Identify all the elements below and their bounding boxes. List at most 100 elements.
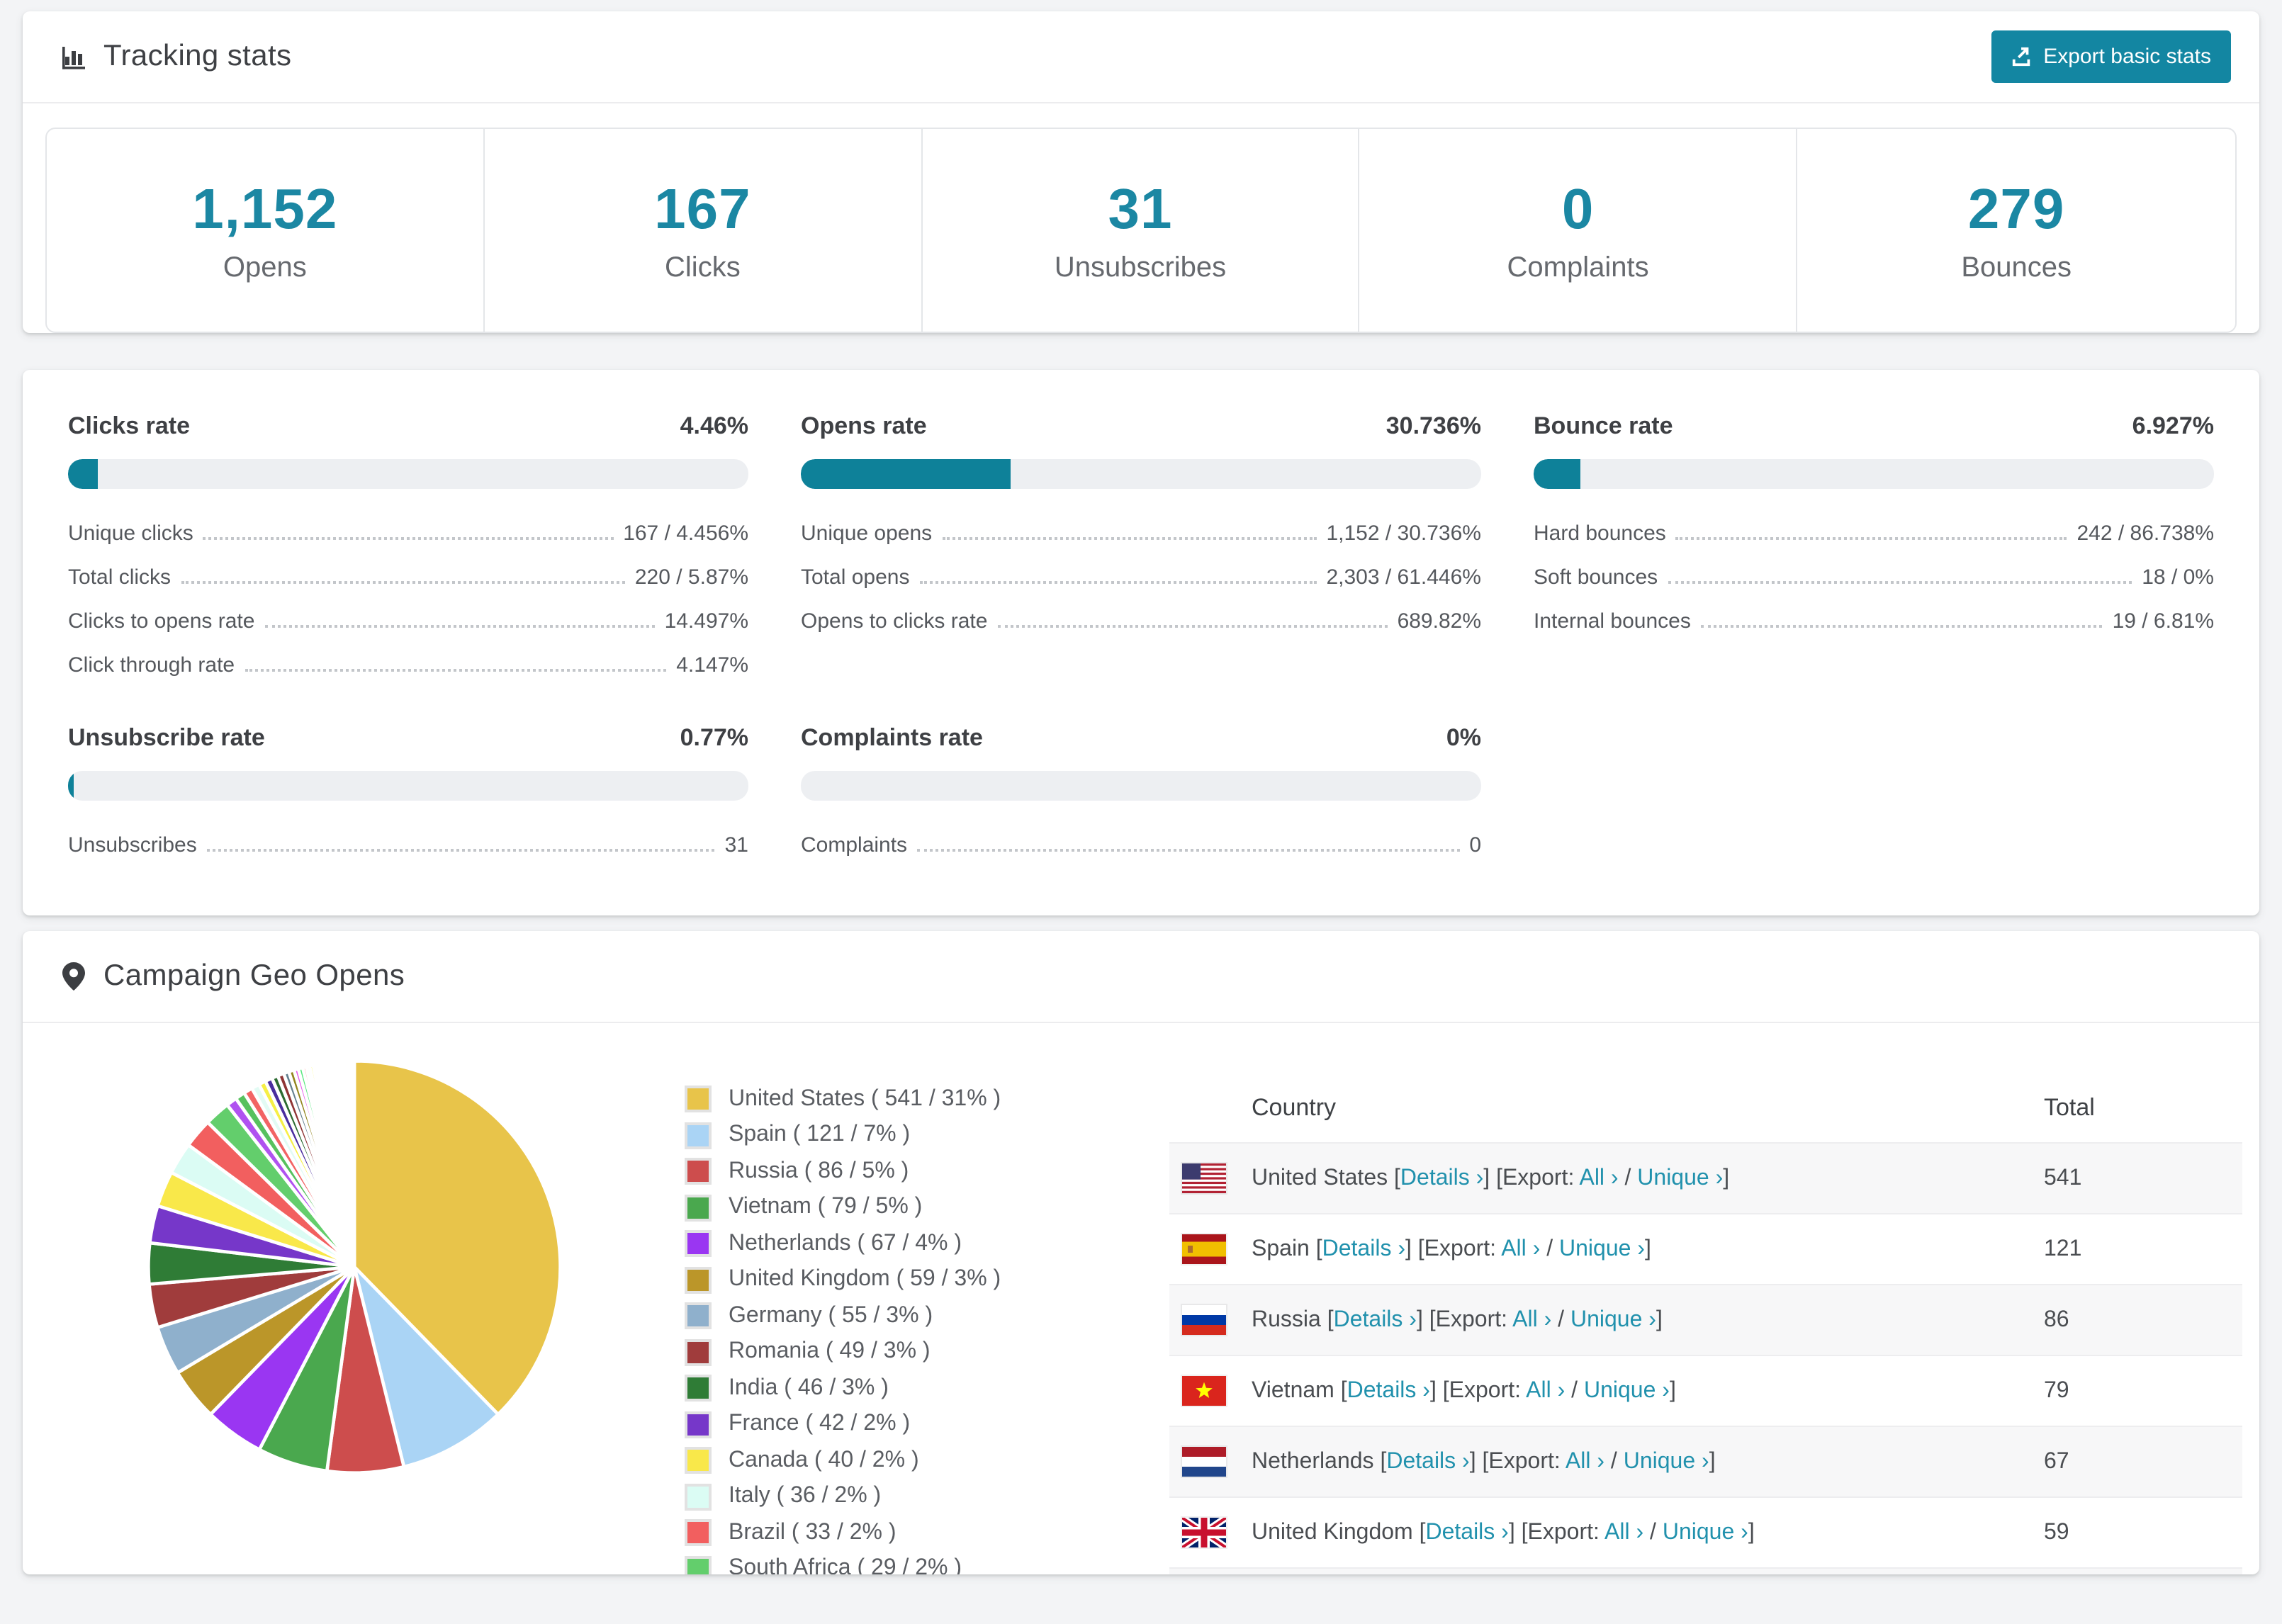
export-all-link[interactable]: All › xyxy=(1604,1520,1643,1544)
export-all-link[interactable]: All › xyxy=(1526,1378,1565,1402)
rate-progress-track xyxy=(68,771,748,801)
geo-opens-header: Campaign Geo Opens xyxy=(23,931,2259,1023)
bar-chart-icon xyxy=(60,43,88,71)
legend-item[interactable]: France ( 42 / 2% ) xyxy=(685,1411,1152,1438)
total-cell: 67 xyxy=(2044,1449,2069,1473)
legend-item[interactable]: Spain ( 121 / 7% ) xyxy=(685,1122,1152,1149)
geo-table-row-gb: United Kingdom [Details ›] [Export: All … xyxy=(1169,1496,2242,1567)
legend-swatch xyxy=(685,1519,712,1546)
legend-item[interactable]: Romania ( 49 / 3% ) xyxy=(685,1338,1152,1365)
geo-pie-wrap xyxy=(23,1023,685,1494)
stat-row: Complaints 0 xyxy=(801,823,1481,867)
legend-label: Canada ( 40 / 2% ) xyxy=(729,1448,919,1472)
summary-box-complaints: 0 Complaints xyxy=(1360,129,1798,332)
export-unique-link[interactable]: Unique › xyxy=(1637,1166,1723,1190)
geo-table-row-vn: Vietnam [Details ›] [Export: All › / Uni… xyxy=(1169,1355,2242,1426)
export-unique-link[interactable]: Unique › xyxy=(1570,1307,1656,1331)
stat-label: Complaints xyxy=(801,833,908,857)
stat-label: Unique clicks xyxy=(68,521,193,546)
legend-label: Netherlands ( 67 / 4% ) xyxy=(729,1231,962,1255)
legend-item[interactable]: Germany ( 55 / 3% ) xyxy=(685,1302,1152,1329)
rate-head: Unsubscribe rate 0.77% xyxy=(68,724,748,752)
export-all-link[interactable]: All › xyxy=(1501,1236,1540,1261)
legend-item[interactable]: Italy ( 36 / 2% ) xyxy=(685,1483,1152,1510)
dotted-leader xyxy=(942,537,1317,540)
geo-table-row-ru: Russia [Details ›] [Export: All › / Uniq… xyxy=(1169,1284,2242,1355)
stat-label: Unique opens xyxy=(801,521,933,546)
summary-label: Opens xyxy=(223,252,307,283)
dotted-leader xyxy=(264,625,655,628)
rate-head: Complaints rate 0% xyxy=(801,724,1481,752)
bounce-rate-panel: Bounce rate 6.927% Hard bounces 242 / 86… xyxy=(1534,412,2214,687)
rate-title: Bounce rate xyxy=(1534,412,1673,439)
legend-item[interactable]: Vietnam ( 79 / 5% ) xyxy=(685,1194,1152,1221)
dotted-leader xyxy=(917,849,1460,852)
rate-head: Bounce rate 6.927% xyxy=(1534,412,2214,441)
summary-label: Bounces xyxy=(1961,252,2072,283)
rate-head: Opens rate 30.736% xyxy=(801,412,1481,441)
export-unique-link[interactable]: Unique › xyxy=(1663,1520,1748,1544)
total-cell: 121 xyxy=(2044,1236,2082,1261)
stat-label: Clicks to opens rate xyxy=(68,609,255,633)
details-link[interactable]: Details › xyxy=(1400,1166,1483,1190)
legend-item[interactable]: United States ( 541 / 31% ) xyxy=(685,1086,1152,1112)
country-name: Vietnam xyxy=(1252,1378,1334,1402)
ru-flag-icon xyxy=(1182,1305,1226,1335)
legend-item[interactable]: India ( 46 / 3% ) xyxy=(685,1375,1152,1402)
legend-item[interactable]: Canada ( 40 / 2% ) xyxy=(685,1447,1152,1474)
dotted-leader xyxy=(1668,581,2132,584)
export-icon xyxy=(2011,46,2032,67)
details-link[interactable]: Details › xyxy=(1322,1236,1405,1261)
stat-label: Soft bounces xyxy=(1534,565,1658,590)
export-unique-link[interactable]: Unique › xyxy=(1624,1449,1709,1473)
legend-label: Italy ( 36 / 2% ) xyxy=(729,1484,882,1508)
legend-item[interactable]: Brazil ( 33 / 2% ) xyxy=(685,1519,1152,1546)
export-all-link[interactable]: All › xyxy=(1579,1166,1618,1190)
legend-label: South Africa ( 29 / 2% ) xyxy=(729,1556,962,1574)
stat-row: Total clicks 220 / 5.87% xyxy=(68,556,748,599)
rates-grid: Clicks rate 4.46% Unique clicks 167 / 4.… xyxy=(23,370,2259,915)
dotted-leader xyxy=(1700,625,2103,628)
details-link[interactable]: Details › xyxy=(1386,1449,1469,1473)
total-cell: 86 xyxy=(2044,1307,2069,1331)
export-button-label: Export basic stats xyxy=(2043,45,2211,69)
export-all-link[interactable]: All › xyxy=(1566,1449,1604,1473)
summary-value: 279 xyxy=(1967,179,2065,241)
export-basic-stats-button[interactable]: Export basic stats xyxy=(1991,30,2231,83)
stat-label: Internal bounces xyxy=(1534,609,1691,633)
geo-opens-card: Campaign Geo Opens United States ( 541 /… xyxy=(23,931,2259,1574)
country-column-header: Country xyxy=(1252,1094,1337,1121)
legend-item[interactable]: Russia ( 86 / 5% ) xyxy=(685,1158,1152,1185)
rate-head: Clicks rate 4.46% xyxy=(68,412,748,441)
stat-label: Hard bounces xyxy=(1534,521,1666,546)
summary-value: 0 xyxy=(1561,179,1595,241)
details-link[interactable]: Details › xyxy=(1334,1307,1417,1331)
export-unique-link[interactable]: Unique › xyxy=(1584,1378,1670,1402)
export-all-link[interactable]: All › xyxy=(1512,1307,1551,1331)
map-marker-icon xyxy=(60,962,88,991)
legend-swatch xyxy=(685,1338,712,1365)
details-link[interactable]: Details › xyxy=(1425,1520,1508,1544)
rate-value: 4.46% xyxy=(680,412,748,439)
rate-progress-fill xyxy=(68,459,99,489)
export-unique-link[interactable]: Unique › xyxy=(1559,1236,1645,1261)
stat-label: Total opens xyxy=(801,565,910,590)
stat-row: Unique clicks 167 / 4.456% xyxy=(68,512,748,556)
details-link[interactable]: Details › xyxy=(1347,1378,1430,1402)
country-cell: United Kingdom [Details ›] [Export: All … xyxy=(1252,1520,1755,1544)
legend-item[interactable]: United Kingdom ( 59 / 3% ) xyxy=(685,1266,1152,1293)
legend-swatch xyxy=(685,1483,712,1510)
rate-title: Opens rate xyxy=(801,412,927,439)
stat-value: 2,303 / 61.446% xyxy=(1326,565,1481,590)
geo-table-row-us: United States [Details ›] [Export: All ›… xyxy=(1169,1142,2242,1213)
legend-item[interactable]: Netherlands ( 67 / 4% ) xyxy=(685,1230,1152,1257)
rate-rows: Unsubscribes 31 xyxy=(68,823,748,867)
rate-title: Unsubscribe rate xyxy=(68,724,265,751)
rate-progress-track xyxy=(68,459,748,489)
dotted-leader xyxy=(203,537,614,540)
stat-row: Unique opens 1,152 / 30.736% xyxy=(801,512,1481,556)
stat-row: Soft bounces 18 / 0% xyxy=(1534,556,2214,599)
legend-item[interactable]: South Africa ( 29 / 2% ) xyxy=(685,1555,1152,1574)
legend-swatch xyxy=(685,1302,712,1329)
stat-row: Click through rate 4.147% xyxy=(68,643,748,687)
